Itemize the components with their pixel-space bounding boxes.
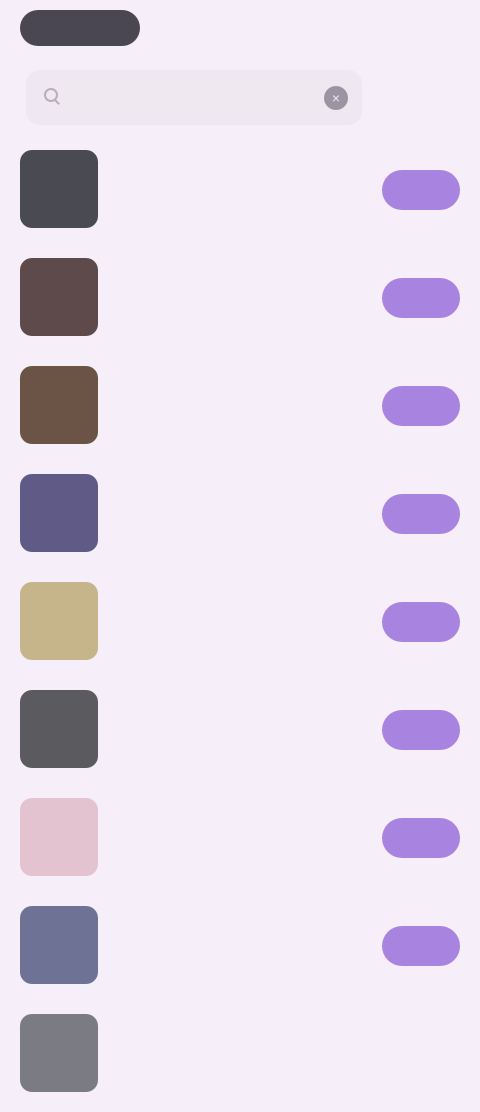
list-item[interactable] [0, 572, 480, 680]
item-thumbnail [20, 798, 98, 876]
close-icon: × [331, 90, 341, 106]
item-title [112, 366, 352, 388]
item-action-button[interactable] [382, 170, 460, 210]
item-subtitle [112, 284, 312, 302]
item-meta [112, 746, 342, 764]
item-action-button[interactable] [382, 386, 460, 426]
item-meta [112, 1070, 342, 1088]
item-meta [112, 962, 342, 980]
item-action-button[interactable] [382, 494, 460, 534]
item-subtitle [112, 1040, 312, 1058]
item-thumbnail [20, 366, 98, 444]
item-subtitle [112, 716, 312, 734]
item-subtitle [112, 392, 312, 410]
top-chip[interactable] [20, 10, 140, 46]
clear-button[interactable]: × [324, 86, 348, 110]
filter-button[interactable] [392, 86, 464, 110]
list-item[interactable] [0, 356, 480, 464]
item-action-button[interactable] [382, 602, 460, 642]
item-thumbnail [20, 582, 98, 660]
item-meta [112, 314, 342, 332]
item-meta [112, 638, 342, 656]
item-title [112, 258, 352, 280]
item-meta [112, 530, 342, 548]
item-action-button[interactable] [382, 818, 460, 858]
item-thumbnail [20, 1014, 98, 1092]
item-title [112, 582, 352, 604]
list-item[interactable] [0, 680, 480, 788]
list-item[interactable] [0, 140, 480, 248]
item-title [112, 906, 352, 928]
search-icon [44, 88, 62, 106]
item-title [112, 150, 352, 172]
item-title [112, 474, 352, 496]
item-action-button[interactable] [382, 926, 460, 966]
list-item[interactable] [0, 248, 480, 356]
item-thumbnail [20, 258, 98, 336]
item-thumbnail [20, 150, 98, 228]
list-item[interactable] [0, 464, 480, 572]
search-input[interactable] [72, 76, 306, 118]
item-title [112, 690, 352, 712]
item-action-button[interactable] [382, 278, 460, 318]
item-thumbnail [20, 690, 98, 768]
search-bar: × [26, 70, 362, 124]
item-thumbnail [20, 906, 98, 984]
item-title [112, 798, 352, 820]
list-item[interactable] [0, 896, 480, 1004]
item-action-button[interactable] [382, 710, 460, 750]
list-item[interactable] [0, 1004, 480, 1112]
item-subtitle [112, 932, 312, 950]
item-thumbnail [20, 474, 98, 552]
item-subtitle [112, 608, 312, 626]
item-subtitle [112, 500, 312, 518]
item-meta [112, 206, 342, 224]
item-subtitle [112, 176, 312, 194]
item-meta [112, 422, 342, 440]
item-meta [112, 854, 342, 872]
app-root: × [0, 0, 480, 1092]
list-item[interactable] [0, 788, 480, 896]
item-subtitle [112, 824, 312, 842]
item-title [112, 1014, 352, 1036]
